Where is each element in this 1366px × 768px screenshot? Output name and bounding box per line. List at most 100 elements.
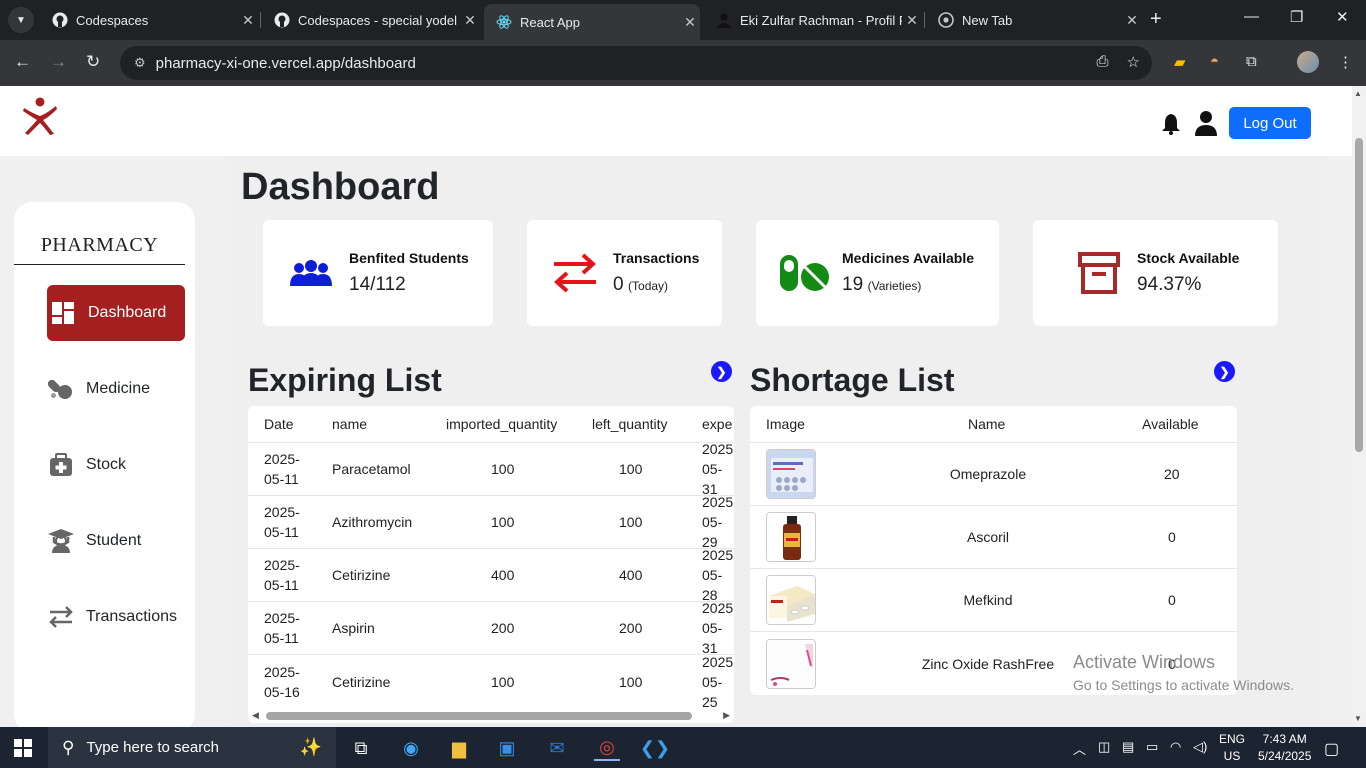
- taskbar-search[interactable]: ⚲ Type here to search ✨: [48, 727, 336, 768]
- menu-kebab-icon[interactable]: ⋮: [1338, 53, 1353, 71]
- restore-icon[interactable]: ❐: [1290, 8, 1303, 26]
- forward-icon[interactable]: →: [50, 52, 67, 72]
- app-logo: [23, 97, 57, 135]
- logout-button[interactable]: Log Out: [1229, 107, 1311, 139]
- wifi-icon[interactable]: ◠: [1170, 739, 1181, 755]
- install-app-icon[interactable]: ⎙: [1097, 53, 1109, 71]
- volume-icon[interactable]: ◁): [1193, 739, 1207, 755]
- tab-close-icon[interactable]: ✕: [1122, 12, 1142, 29]
- stat-label: Medicines Available: [842, 250, 975, 266]
- table-row: 2025- 05-11 Cetirizine 400 400 2025 05-28: [248, 547, 734, 603]
- outlook-icon[interactable]: ✉: [544, 735, 570, 761]
- file-explorer-icon[interactable]: ▆: [446, 735, 472, 761]
- profile-avatar[interactable]: [1297, 51, 1319, 73]
- meet-now-icon[interactable]: ◫: [1098, 739, 1110, 755]
- exchange-icon: [549, 247, 601, 299]
- scroll-down-icon[interactable]: ▼: [1354, 714, 1362, 723]
- browser-tab[interactable]: New Tab ✕: [926, 6, 1142, 34]
- imported-cell: 100: [491, 673, 515, 690]
- table-row: 2025- 05-11 Aspirin 200 200 2025 05-31: [248, 600, 734, 656]
- tab-search-button[interactable]: ▼: [8, 7, 34, 33]
- browser-tab[interactable]: Codespaces ✕: [40, 6, 258, 34]
- extension-icon[interactable]: ▰: [1174, 53, 1186, 71]
- stat-label: Stock Available: [1137, 250, 1240, 266]
- github-icon: [52, 12, 68, 28]
- tray-chevron-icon[interactable]: ︿: [1073, 739, 1086, 758]
- horizontal-scrollbar[interactable]: ◀ ▶: [248, 707, 734, 723]
- vscode-icon[interactable]: ❮❯: [640, 735, 670, 761]
- sidebar-item-label: Dashboard: [88, 304, 167, 321]
- windows-taskbar: ⚲ Type here to search ✨ ⧉ ◉ ▆ ▣ ✉ ◎ ❮❯ ︿…: [0, 727, 1366, 768]
- tab-title: Eki Zulfar Rachman - Profil P: [740, 12, 902, 28]
- scroll-up-icon[interactable]: ▲: [1354, 89, 1362, 98]
- bookmark-star-icon[interactable]: ☆: [1127, 53, 1140, 71]
- extensions-puzzle-icon[interactable]: ⧉: [1246, 53, 1257, 70]
- browser-tab[interactable]: Codespaces - special yodel ✕: [262, 6, 480, 34]
- notification-bell-icon[interactable]: [1161, 113, 1181, 135]
- column-header: Name: [968, 416, 1006, 432]
- tab-close-icon[interactable]: ✕: [902, 12, 922, 29]
- imported-cell: 100: [491, 461, 515, 477]
- lang-code: ENG: [1219, 732, 1246, 746]
- url-bar[interactable]: ⚙ pharmacy-xi-one.vercel.app/dashboard ⎙…: [120, 46, 1152, 80]
- tab-close-icon[interactable]: ✕: [238, 12, 258, 29]
- stat-card-medicines: Medicines Available 19 (Varieties): [756, 220, 999, 326]
- sidebar-item-label: Transactions: [86, 608, 177, 625]
- page-scrollbar[interactable]: ▲ ▼: [1352, 86, 1366, 727]
- battery-icon[interactable]: ▭: [1146, 739, 1158, 755]
- tab-close-icon[interactable]: ✕: [680, 14, 700, 31]
- browser-tab[interactable]: Eki Zulfar Rachman - Profil P ✕: [704, 6, 922, 34]
- store-icon[interactable]: ▣: [494, 735, 520, 761]
- main-content: Dashboard Benfited Students 14/112 Trans…: [229, 156, 1322, 727]
- sidebar-item-stock[interactable]: Stock: [47, 437, 185, 493]
- windows-start-icon[interactable]: [14, 739, 32, 757]
- back-icon[interactable]: ←: [14, 52, 31, 72]
- stat-value: 19: [842, 274, 864, 295]
- date-cell: 05-16: [264, 683, 300, 700]
- edge-icon[interactable]: ◉: [398, 735, 424, 761]
- site-info-icon[interactable]: ⚙: [134, 55, 146, 71]
- browser-tab-active[interactable]: React App ✕: [484, 4, 700, 40]
- tab-title: React App: [520, 14, 580, 30]
- name-cell: Ascoril: [966, 529, 1009, 545]
- clock[interactable]: 7:43 AM 5/24/2025: [1258, 731, 1311, 765]
- chrome-icon: [938, 12, 954, 28]
- shortage-more-button[interactable]: ❯: [1214, 361, 1235, 382]
- notification-center-icon[interactable]: ▢: [1324, 739, 1339, 759]
- new-tab-button[interactable]: +: [1150, 8, 1162, 31]
- column-header: Image: [766, 416, 805, 432]
- scroll-right-icon[interactable]: ▶: [723, 710, 730, 721]
- scroll-left-icon[interactable]: ◀: [252, 710, 259, 721]
- available-cell: 0: [1168, 529, 1176, 545]
- sidebar-item-medicine[interactable]: Medicine: [47, 361, 185, 417]
- table-header: Date name imported_quantity left_quantit…: [248, 406, 734, 443]
- language-indicator[interactable]: ENG US: [1219, 731, 1245, 765]
- sidebar-item-student[interactable]: Student: [47, 513, 185, 569]
- tab-title: Codespaces: [76, 12, 149, 28]
- address-toolbar: ← → ↻ ⚙ pharmacy-xi-one.vercel.app/dashb…: [0, 40, 1366, 86]
- user-profile-icon[interactable]: [1194, 110, 1218, 136]
- sidebar-item-dashboard[interactable]: Dashboard: [47, 285, 185, 341]
- sidebar-item-label: Student: [86, 532, 142, 549]
- window-close-icon[interactable]: ✕: [1336, 8, 1349, 26]
- archive-icon: [1073, 247, 1125, 299]
- extension-icon[interactable]: ◓: [1210, 53, 1219, 70]
- web-page: Log Out PHARMACY Dashboard Medicine Stoc…: [0, 86, 1352, 727]
- activate-windows-hint: Go to Settings to activate Windows.: [1073, 677, 1294, 693]
- browser-tab-bar: ▼ Codespaces ✕ Codespaces - special yode…: [0, 0, 1366, 40]
- sidebar-item-transactions[interactable]: Transactions: [47, 589, 185, 645]
- left-cell: 400: [619, 567, 643, 583]
- sidebar-item-label: Stock: [86, 456, 127, 473]
- scrollbar-thumb[interactable]: [1355, 138, 1363, 452]
- scrollbar-thumb[interactable]: [266, 712, 692, 720]
- page-title: Dashboard: [241, 166, 440, 208]
- reload-icon[interactable]: ↻: [86, 52, 100, 72]
- minimize-icon[interactable]: —: [1244, 8, 1259, 25]
- task-view-icon[interactable]: ⧉: [348, 735, 374, 761]
- name-cell: Aspirin: [332, 620, 375, 636]
- expiry-cell: 2025: [702, 441, 734, 457]
- expiring-more-button[interactable]: ❯: [711, 361, 732, 382]
- tab-close-icon[interactable]: ✕: [460, 12, 480, 29]
- tray-app-icon[interactable]: ▤: [1122, 739, 1134, 755]
- chrome-taskbar-icon[interactable]: ◎: [594, 735, 620, 761]
